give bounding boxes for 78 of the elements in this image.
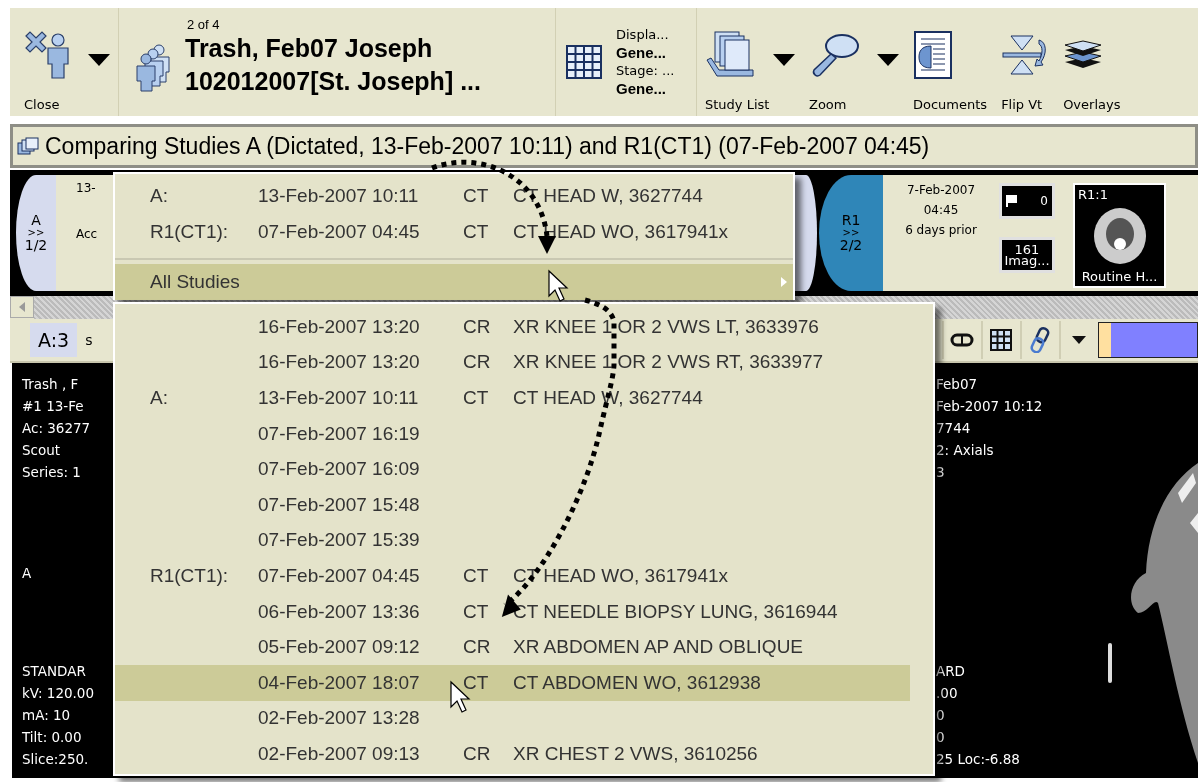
menu-item[interactable]: 07-Feb-2007 16:09 (115, 451, 910, 487)
documents-button[interactable]: Documents (907, 8, 994, 116)
series-tab[interactable]: A:3 (30, 323, 78, 357)
thumbnail-label: R1:1 (1078, 187, 1108, 202)
patient-name: Trash, Feb07 Joseph (185, 33, 434, 64)
caret-icon (88, 54, 110, 66)
display-value: Gene... (616, 44, 668, 61)
menu-item[interactable]: 07-Feb-2007 16:19 (115, 415, 910, 452)
relative-date: 6 days prior (905, 223, 977, 237)
arrow-left-icon (19, 302, 25, 312)
document-icon (913, 30, 953, 80)
flip-button[interactable]: Flip Vt (995, 8, 1056, 116)
flag-icon (1006, 195, 1018, 207)
overlay-text: 0 (936, 728, 946, 747)
overlays-button[interactable]: Overlays (1057, 8, 1127, 116)
caret-icon (1071, 336, 1086, 344)
image-count: 161 (1014, 244, 1040, 255)
loop-icon (949, 333, 974, 347)
menu-item[interactable]: 16-Feb-2007 13:20 CR XR KNEE 1 OR 2 VWS LT, 3633976 (115, 309, 910, 345)
study-tab[interactable]: R1 >> 2/2 (819, 175, 883, 291)
overlay-text: Tilt: 0.00 (22, 728, 83, 747)
overlay-text: #1 13-Fe (22, 397, 85, 416)
orientation-marker: A (22, 565, 33, 581)
patient-counter: 2 of 4 (187, 17, 221, 32)
chain-link-icon (1028, 327, 1051, 353)
menu-item[interactable]: 05-Feb-2007 09:12 CR XR ABDOMEN AP AND OBLIQUE (115, 629, 910, 665)
overlay-text: 3 (936, 463, 946, 482)
overlay-text: kV: 120.00 (22, 684, 96, 703)
layers-icon (1063, 40, 1104, 70)
study-list-button[interactable]: Study List (699, 8, 801, 116)
overlay-text: 2: Axials (936, 441, 995, 460)
overlay-text: 25 Loc:-6.88 (936, 750, 1021, 769)
menu-item[interactable]: All Studies (115, 264, 793, 300)
overlay-text: Scout (22, 441, 62, 460)
study-date: 13- (76, 181, 97, 195)
close-button[interactable]: Close (10, 8, 116, 116)
close-person-icon (24, 30, 72, 80)
submenu-arrow-icon (781, 277, 787, 287)
patient-id: 102012007[St. Joseph] ... (185, 66, 481, 97)
overlay-text: ARD (936, 662, 966, 681)
series-label: s (85, 332, 93, 348)
menu-item[interactable]: 04-Feb-2007 18:07 CT CT ABDOMEN WO, 3612938 (115, 664, 910, 701)
grid-icon (566, 45, 602, 79)
menu-item[interactable]: 07-Feb-2007 15:39 (115, 522, 910, 559)
overlay-text: Slice:250. (22, 750, 90, 769)
display-label: Displa... (616, 27, 670, 42)
stacked-pages-icon (17, 137, 39, 155)
series-thumbnail[interactable]: R1:1 Routine H... (1073, 183, 1166, 288)
image-label: Imag... (1004, 255, 1050, 266)
menu-item[interactable]: 02-Feb-2007 13:28 (115, 700, 910, 737)
menu-item[interactable]: 07-Feb-2007 15:48 (115, 486, 910, 523)
study-time: 04:45 (923, 203, 959, 217)
stage-label: Stage: ... (616, 63, 675, 78)
thumbnail-caption: Routine H... (1081, 269, 1158, 284)
comparison-title: Comparing Studies A (Dictated, 13-Feb-2007 10:11) and R1(CT1) (07-Feb-2007 04:45) (45, 132, 930, 160)
overlay-text: Ac: 36277 (22, 419, 92, 438)
overlay-text: mA: 10 (22, 706, 72, 725)
accession-label: Acc (76, 227, 99, 241)
menu-item[interactable]: 02-Feb-2007 09:13 CR XR CHEST 2 VWS, 3610256 (115, 736, 910, 772)
flag-count: 0 (1040, 194, 1048, 208)
overlay-text: Feb-2007 10:12 (936, 397, 1044, 416)
overlay-text: 7744 (936, 419, 972, 438)
overlay-text: Feb07 (936, 375, 979, 394)
overlay-text: Trash , F (22, 375, 80, 394)
menu-item[interactable]: 16-Feb-2007 13:20 CR XR KNEE 1 OR 2 VWS RT, 3633977 (115, 344, 910, 381)
overlay-text: STANDAR (22, 662, 87, 681)
stacked-pages-icon (705, 30, 757, 80)
zoom-button[interactable]: Zoom (803, 8, 905, 116)
overlay-text: Series: 1 (22, 463, 82, 482)
study-tab[interactable]: A >> 1/2 (16, 175, 56, 291)
caret-icon (877, 54, 899, 66)
stage-value: Gene... (616, 80, 668, 97)
overlay-text: 0 (936, 706, 946, 725)
caret-icon (773, 54, 795, 66)
overlay-text: .00 (936, 684, 959, 703)
grid-icon (989, 329, 1012, 351)
study-date: 7-Feb-2007 (906, 183, 976, 197)
people-group-icon (133, 42, 173, 92)
